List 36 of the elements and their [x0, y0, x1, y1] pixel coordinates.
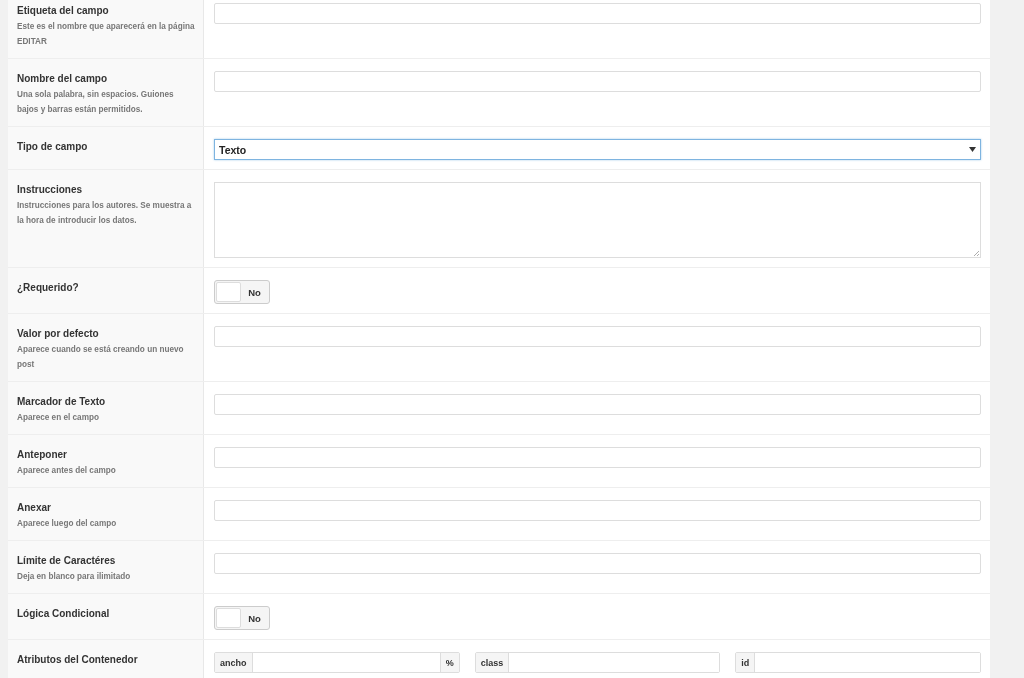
text-field[interactable]	[214, 326, 981, 347]
field-label: Anteponer	[17, 448, 68, 462]
field-label: Etiqueta del campo	[17, 4, 110, 18]
field-description: Deja en blanco para ilimitado	[17, 571, 132, 583]
text-field[interactable]	[214, 3, 981, 24]
field-label: Atributos del Contenedor	[17, 653, 139, 667]
field-label: Lógica Condicional	[17, 607, 111, 621]
text-field[interactable]	[214, 71, 981, 92]
attribute-field[interactable]: ancho %	[214, 652, 460, 673]
attribute-field[interactable]: class	[474, 652, 721, 673]
text-field[interactable]	[214, 553, 981, 574]
field-label: Marcador de Texto	[17, 395, 107, 409]
field-description: Una sola palabra, sin espacios. Guiones bajos y barras están permitidos.	[17, 89, 175, 116]
field-label: Instrucciones	[17, 183, 84, 197]
field-label: Límite de Caractéres	[17, 554, 117, 568]
text-field[interactable]	[214, 394, 981, 415]
field-description: Aparece cuando se está creando un nuevo post	[17, 344, 185, 371]
field-description: Aparece antes del campo	[17, 465, 117, 477]
field-description: Instrucciones para los autores. Se muestra a la hora de introducir los datos.	[17, 200, 193, 227]
attribute-field[interactable]: id	[735, 652, 981, 673]
text-field[interactable]	[214, 447, 981, 468]
textarea-field[interactable]	[214, 182, 981, 258]
field-label: Valor por defecto	[17, 327, 100, 341]
field-label: Tipo de campo	[17, 140, 89, 154]
field-label: Anexar	[17, 501, 52, 515]
select-field[interactable]: Texto	[214, 139, 981, 160]
field-label: Nombre del campo	[17, 72, 109, 86]
toggle-switch[interactable]: No	[214, 280, 270, 304]
field-label: ¿Requerido?	[17, 281, 80, 295]
field-description: Este es el nombre que aparecerá en la página EDITAR	[17, 21, 195, 48]
resize-grip-icon	[973, 250, 979, 256]
field-description: Aparece luego del campo	[17, 518, 118, 530]
field-description: Aparece en el campo	[17, 412, 100, 424]
caret-icon	[969, 147, 976, 152]
toggle-switch[interactable]: No	[214, 606, 270, 630]
text-field[interactable]	[214, 500, 981, 521]
